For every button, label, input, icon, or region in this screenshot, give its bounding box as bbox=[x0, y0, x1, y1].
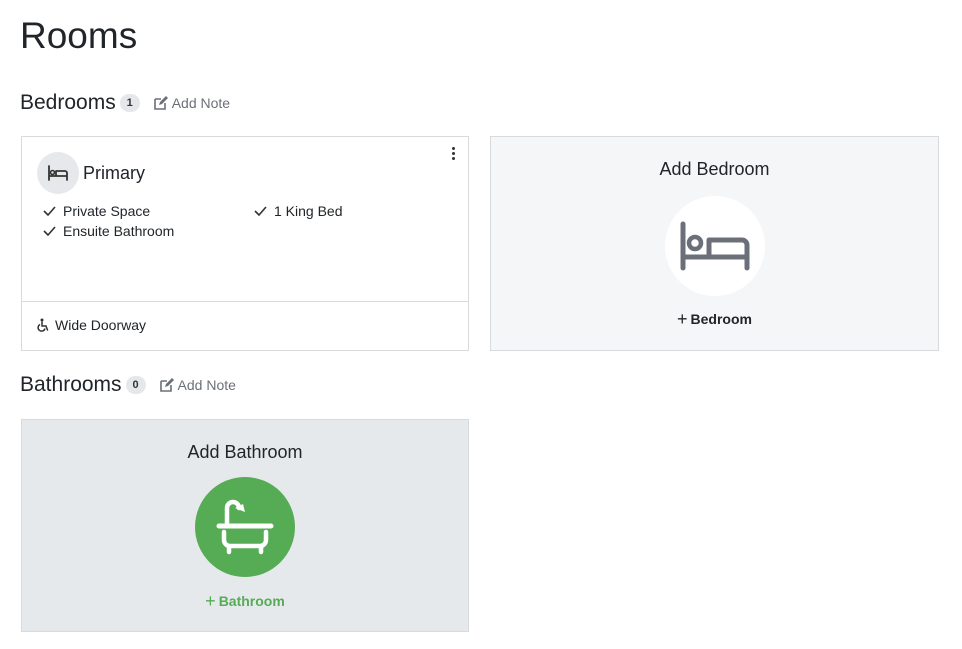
add-bathroom-label: Bathroom bbox=[218, 593, 285, 609]
page-title: Rooms bbox=[20, 15, 138, 56]
bed-icon bbox=[680, 221, 749, 271]
room-card-primary[interactable]: Primary Private Space Ensuite Bathroom 1… bbox=[21, 136, 469, 351]
bathrooms-title: Bathrooms bbox=[20, 373, 122, 396]
card-divider bbox=[22, 301, 468, 302]
bedrooms-title: Bedrooms bbox=[20, 91, 116, 114]
add-bathroom-title: Add Bathroom bbox=[187, 442, 303, 462]
feature-item: Ensuite Bathroom bbox=[43, 222, 174, 240]
bedrooms-count-badge: 1 bbox=[119, 94, 140, 112]
add-bathroom-card[interactable]: Add Bathroom + Bathroom bbox=[21, 419, 469, 632]
edit-note-icon bbox=[159, 378, 174, 392]
add-bedroom-icon-circle bbox=[664, 196, 765, 296]
room-icon-badge bbox=[37, 152, 79, 194]
accessibility-feature: Wide Doorway bbox=[35, 317, 146, 333]
feature-label: Ensuite Bathroom bbox=[63, 223, 175, 239]
bedrooms-add-note-label: Add Note bbox=[171, 95, 231, 111]
check-icon bbox=[43, 206, 56, 216]
check-icon bbox=[43, 226, 56, 236]
bathrooms-add-note-label: Add Note bbox=[177, 377, 236, 393]
feature-item: Private Space bbox=[43, 202, 150, 220]
plus-icon: + bbox=[205, 591, 216, 611]
plus-icon: + bbox=[677, 309, 688, 329]
bathrooms-add-note-button[interactable]: Add Note bbox=[159, 377, 236, 393]
bathrooms-header: Bathrooms 0 Add Note bbox=[20, 372, 236, 398]
add-bedroom-card[interactable]: Add Bedroom + Bedroom bbox=[490, 136, 939, 351]
feature-label: Private Space bbox=[63, 203, 151, 219]
add-bedroom-button[interactable]: + Bedroom bbox=[677, 309, 752, 329]
kebab-menu-icon[interactable] bbox=[448, 146, 458, 162]
add-bathroom-icon-circle bbox=[195, 477, 295, 577]
add-bathroom-button[interactable]: + Bathroom bbox=[205, 591, 285, 611]
bed-icon bbox=[48, 165, 68, 181]
room-name: Primary bbox=[83, 163, 145, 183]
bathrooms-count-badge: 0 bbox=[125, 376, 146, 394]
bathtub-icon bbox=[216, 499, 274, 555]
bedrooms-header: Bedrooms 1 Add Note bbox=[20, 90, 230, 116]
check-icon bbox=[254, 206, 267, 216]
bedrooms-add-note-button[interactable]: Add Note bbox=[153, 95, 231, 111]
feature-item: 1 King Bed bbox=[254, 202, 343, 220]
add-bedroom-label: Bedroom bbox=[690, 311, 752, 327]
feature-label: 1 King Bed bbox=[274, 203, 343, 219]
accessibility-label: Wide Doorway bbox=[55, 317, 147, 333]
add-bedroom-title: Add Bedroom bbox=[659, 159, 770, 179]
wheelchair-icon bbox=[37, 318, 49, 332]
edit-note-icon bbox=[153, 96, 168, 110]
